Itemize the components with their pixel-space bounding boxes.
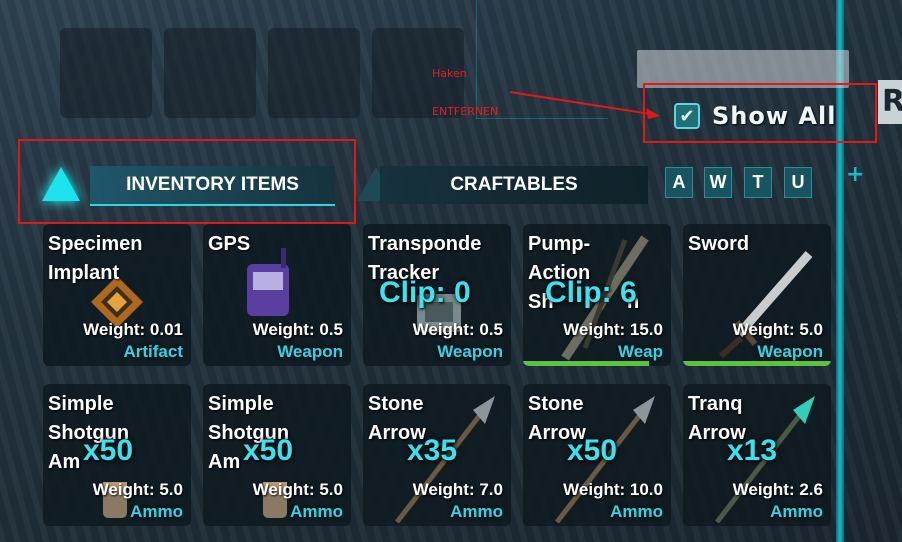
tab-craftables[interactable]: CRAFTABLES [380, 166, 648, 204]
item-weight: Weight: 0.5 [412, 320, 503, 339]
annotation-entfernen: ENTFERNEN [432, 105, 499, 118]
partial-button[interactable]: R [878, 80, 902, 124]
item-type: Ammo [770, 502, 823, 521]
item-weight: Weight: 7.0 [412, 480, 503, 499]
filter-button-w[interactable]: W [704, 167, 732, 198]
inventory-item[interactable]: Simple Shotgun Am x50 Weight: 5.0 Ammo [203, 384, 351, 526]
inventory-item[interactable]: Sword Weight: 5.0 Weapon [683, 224, 831, 366]
hotbar-slot[interactable] [60, 28, 152, 118]
item-type: Weapon [277, 342, 343, 361]
item-weight: Weight: 2.6 [732, 480, 823, 499]
durability-bar [683, 361, 831, 366]
item-weight: Weight: 10.0 [563, 480, 663, 499]
annotation-haken: Haken [432, 67, 467, 80]
plus-icon: + [846, 162, 865, 187]
show-all-label: Show All [712, 102, 837, 130]
item-weight: Weight: 5.0 [732, 320, 823, 339]
inventory-item[interactable]: Stone Arrow x35 Weight: 7.0 Ammo [363, 384, 511, 526]
inventory-item[interactable]: Stone Arrow x50 Weight: 10.0 Ammo [523, 384, 671, 526]
checkmark-icon: ✔ [679, 105, 695, 127]
show-all-toggle[interactable]: ✔ Show All [674, 100, 836, 132]
item-type: Weapon [437, 342, 503, 361]
item-name: Specimen Implant [48, 233, 143, 284]
item-type: Weapon [757, 342, 823, 361]
clip-count: Clip: 0 [379, 276, 471, 309]
divider [476, 0, 477, 118]
item-type: Ammo [450, 502, 503, 521]
item-weight: Weight: 0.5 [252, 320, 343, 339]
triangle-icon [42, 167, 80, 201]
stack-quantity: x50 [567, 434, 618, 467]
item-weight: Weight: 5.0 [92, 480, 183, 499]
filter-button-t[interactable]: T [744, 167, 772, 198]
item-name: GPS [208, 233, 251, 255]
item-type: Ammo [610, 502, 663, 521]
filter-button-a[interactable]: A [665, 167, 693, 198]
item-weight: Weight: 15.0 [563, 320, 663, 339]
item-weight: Weight: 5.0 [252, 480, 343, 499]
stack-quantity: x13 [727, 434, 778, 467]
stack-quantity: x50 [243, 434, 294, 467]
hotbar-slot[interactable] [164, 28, 256, 118]
inventory-item[interactable]: Tranq Arrow x13 Weight: 2.6 Ammo [683, 384, 831, 526]
tab-inventory-items[interactable]: INVENTORY ITEMS [90, 166, 335, 206]
stack-quantity: x50 [83, 434, 134, 467]
clip-count: Clip: 6 [545, 276, 637, 309]
inventory-item[interactable]: Pump- Action Sh n Clip: 6 Weight: 15.0 Weap [523, 224, 671, 366]
stack-quantity: x35 [407, 434, 458, 467]
item-name: Sword [688, 233, 750, 255]
item-type: Ammo [130, 502, 183, 521]
item-type: Artifact [123, 342, 183, 361]
item-type: Ammo [290, 502, 343, 521]
filter-button-u[interactable]: U [784, 167, 812, 198]
item-type: Weap [617, 342, 663, 361]
item-weight: Weight: 0.01 [83, 320, 183, 339]
inventory-item[interactable]: Simple Shotgun Am x50 Weight: 5.0 Ammo [43, 384, 191, 526]
show-all-checkbox[interactable]: ✔ [674, 103, 700, 129]
hotbar-slot[interactable] [268, 28, 360, 118]
inventory-item[interactable]: Specimen Implant Weight: 0.01 Artifact [43, 224, 191, 366]
inventory-item[interactable]: GPS Weight: 0.5 Weapon [203, 224, 351, 366]
inventory-item[interactable]: Transponde Tracker Clip: 0 Weight: 0.5 Weap… [363, 224, 511, 366]
durability-bar [523, 361, 649, 366]
